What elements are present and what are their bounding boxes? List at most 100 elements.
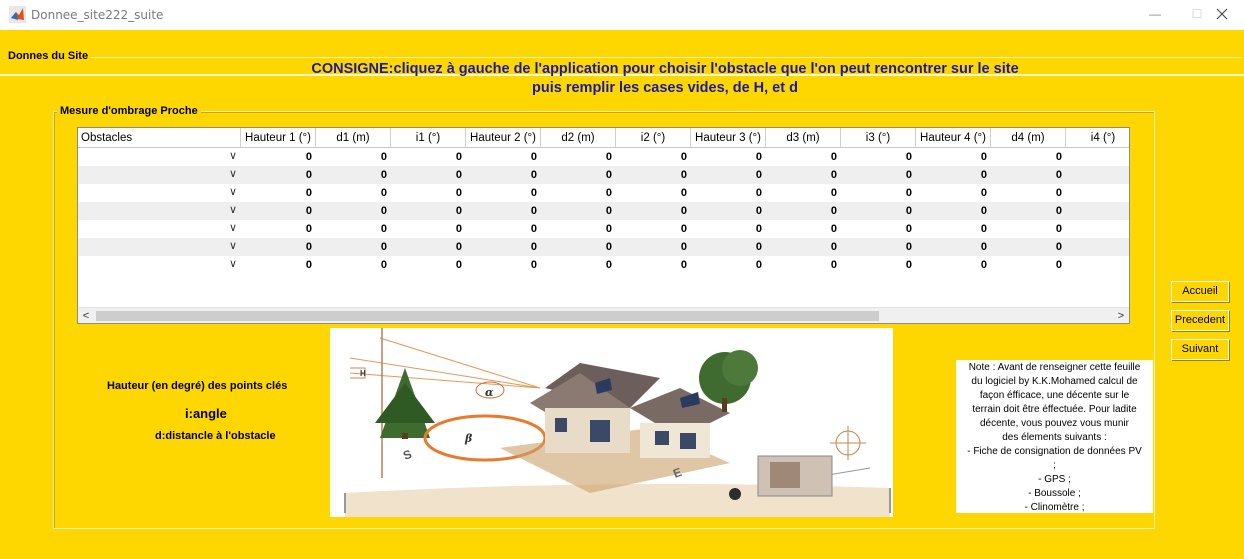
table-cell[interactable]: 0: [991, 202, 1066, 220]
column-header[interactable]: Hauteur 1 (°): [241, 128, 316, 148]
table-cell[interactable]: 0: [841, 238, 916, 256]
table-cell[interactable]: 0: [991, 220, 1066, 238]
table-cell[interactable]: [1066, 238, 1129, 256]
table-cell[interactable]: 0: [616, 220, 691, 238]
table-cell[interactable]: 0: [991, 148, 1066, 166]
obstacle-table[interactable]: Obstacles Hauteur 1 (°) d1 (m) i1 (°) Hauteu…: [77, 127, 1130, 324]
table-cell[interactable]: 0: [391, 166, 466, 184]
column-header[interactable]: Hauteur 2 (°): [466, 128, 541, 148]
table-cell[interactable]: [1066, 202, 1129, 220]
minimize-icon[interactable]: —: [1141, 4, 1169, 24]
table-cell[interactable]: 0: [466, 256, 541, 274]
table-cell[interactable]: [1066, 148, 1129, 166]
close-icon[interactable]: [1216, 8, 1228, 20]
table-cell[interactable]: 0: [241, 256, 316, 274]
chevron-down-icon[interactable]: ∨: [229, 185, 237, 198]
table-cell[interactable]: 0: [541, 184, 616, 202]
table-cell[interactable]: 0: [391, 148, 466, 166]
chevron-down-icon[interactable]: ∨: [229, 203, 237, 216]
table-cell[interactable]: 0: [691, 148, 766, 166]
table-cell[interactable]: 0: [541, 166, 616, 184]
table-cell[interactable]: 0: [316, 220, 391, 238]
table-cell[interactable]: 0: [916, 148, 991, 166]
accueil-button[interactable]: Accueil: [1171, 281, 1229, 302]
column-header[interactable]: d2 (m): [541, 128, 616, 148]
table-cell[interactable]: 0: [916, 184, 991, 202]
chevron-down-icon[interactable]: ∨: [229, 257, 237, 270]
obstacle-dropdown[interactable]: ∨: [78, 238, 241, 256]
table-cell[interactable]: 0: [991, 166, 1066, 184]
table-cell[interactable]: [1066, 220, 1129, 238]
obstacle-dropdown[interactable]: ∨: [78, 166, 241, 184]
table-cell[interactable]: 0: [616, 166, 691, 184]
column-header[interactable]: d1 (m): [316, 128, 391, 148]
table-cell[interactable]: 0: [391, 184, 466, 202]
table-cell[interactable]: 0: [616, 202, 691, 220]
table-cell[interactable]: 0: [391, 238, 466, 256]
table-cell[interactable]: 0: [241, 238, 316, 256]
column-header[interactable]: i3 (°): [841, 128, 916, 148]
table-cell[interactable]: 0: [766, 166, 841, 184]
table-cell[interactable]: 0: [316, 238, 391, 256]
table-cell[interactable]: [1066, 166, 1129, 184]
table-cell[interactable]: 0: [766, 148, 841, 166]
table-cell[interactable]: 0: [466, 148, 541, 166]
column-header[interactable]: i4 (°): [1066, 128, 1129, 148]
obstacle-dropdown[interactable]: ∨: [78, 256, 241, 274]
column-header[interactable]: i2 (°): [616, 128, 691, 148]
table-cell[interactable]: 0: [541, 202, 616, 220]
column-header[interactable]: d3 (m): [766, 128, 841, 148]
table-cell[interactable]: 0: [766, 256, 841, 274]
scroll-right-icon[interactable]: >: [1113, 308, 1129, 323]
horizontal-scrollbar[interactable]: < >: [78, 307, 1129, 323]
table-cell[interactable]: 0: [466, 202, 541, 220]
table-cell[interactable]: 0: [991, 184, 1066, 202]
table-cell[interactable]: 0: [391, 202, 466, 220]
table-cell[interactable]: 0: [541, 238, 616, 256]
table-cell[interactable]: 0: [691, 238, 766, 256]
table-cell[interactable]: 0: [391, 220, 466, 238]
column-header[interactable]: Obstacles: [78, 128, 241, 148]
table-cell[interactable]: 0: [241, 184, 316, 202]
table-cell[interactable]: [1066, 184, 1129, 202]
table-cell[interactable]: 0: [241, 148, 316, 166]
obstacle-dropdown[interactable]: ∨: [78, 148, 241, 166]
maximize-icon[interactable]: ☐: [1183, 4, 1211, 24]
column-header[interactable]: i1 (°): [391, 128, 466, 148]
table-cell[interactable]: 0: [241, 202, 316, 220]
obstacle-dropdown[interactable]: ∨: [78, 220, 241, 238]
table-cell[interactable]: 0: [766, 220, 841, 238]
table-cell[interactable]: 0: [541, 148, 616, 166]
column-header[interactable]: Hauteur 4 (°): [916, 128, 991, 148]
table-cell[interactable]: 0: [316, 202, 391, 220]
table-cell[interactable]: 0: [691, 166, 766, 184]
scroll-left-icon[interactable]: <: [78, 308, 94, 323]
suivant-button[interactable]: Suivant: [1171, 339, 1229, 360]
table-cell[interactable]: 0: [991, 238, 1066, 256]
table-cell[interactable]: 0: [241, 166, 316, 184]
table-cell[interactable]: 0: [316, 184, 391, 202]
table-cell[interactable]: 0: [466, 238, 541, 256]
table-cell[interactable]: 0: [916, 238, 991, 256]
table-cell[interactable]: 0: [616, 148, 691, 166]
column-header[interactable]: d4 (m): [991, 128, 1066, 148]
table-cell[interactable]: 0: [841, 256, 916, 274]
table-cell[interactable]: 0: [841, 184, 916, 202]
table-cell[interactable]: 0: [466, 166, 541, 184]
table-cell[interactable]: 0: [541, 220, 616, 238]
chevron-down-icon[interactable]: ∨: [229, 167, 237, 180]
chevron-down-icon[interactable]: ∨: [229, 149, 237, 162]
table-cell[interactable]: 0: [316, 166, 391, 184]
precedent-button[interactable]: Precedent: [1171, 310, 1229, 331]
table-cell[interactable]: 0: [766, 184, 841, 202]
chevron-down-icon[interactable]: ∨: [229, 221, 237, 234]
table-cell[interactable]: 0: [691, 184, 766, 202]
table-cell[interactable]: 0: [766, 202, 841, 220]
table-cell[interactable]: 0: [841, 148, 916, 166]
obstacle-dropdown[interactable]: ∨: [78, 184, 241, 202]
table-cell[interactable]: 0: [616, 238, 691, 256]
table-cell[interactable]: 0: [991, 256, 1066, 274]
table-cell[interactable]: 0: [466, 220, 541, 238]
scrollbar-thumb[interactable]: [96, 311, 879, 321]
table-cell[interactable]: 0: [316, 148, 391, 166]
